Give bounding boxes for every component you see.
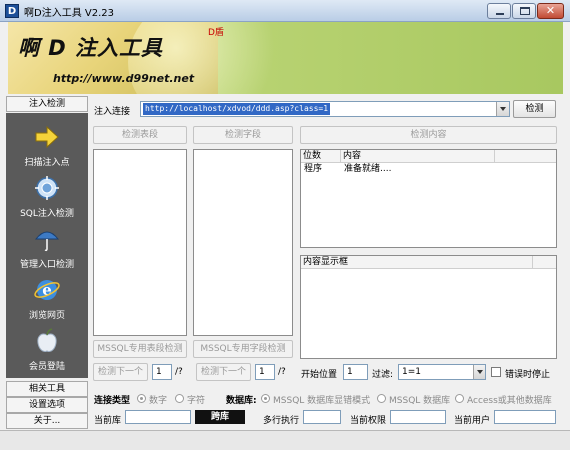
radio-access-label: Access或其他数据库 [467, 396, 552, 406]
admin-umbrella-icon [34, 231, 60, 252]
close-button[interactable]: ✕ [537, 3, 564, 19]
detect-fields-button[interactable]: 检测字段 [193, 126, 293, 144]
detect-content-button[interactable]: 检测内容 [300, 126, 557, 144]
inject-url-input[interactable]: http://localhost/xdvod/ddd.asp?class=1 [140, 101, 510, 117]
spin-suffix-1: /? [175, 367, 183, 377]
column-header-digits[interactable]: 位数 [301, 150, 341, 163]
filter-value: 1=1 [402, 367, 421, 377]
current-user-field[interactable] [494, 410, 556, 424]
sidebar-panel: 扫描注入点 SQL注入检测 管理入口检测 e 浏览网页 会员登陆 [6, 113, 88, 378]
current-db-label: 当前库 [94, 416, 122, 426]
banner-title: 啊 D 注入工具 [18, 36, 164, 60]
sidebar-header-inject[interactable]: 注入检测 [6, 96, 88, 112]
filter-select[interactable]: 1=1 [398, 364, 486, 380]
detect-next-button-1[interactable]: 检测下一个 [93, 363, 148, 381]
detect-tables-button[interactable]: 检测表段 [93, 126, 187, 144]
maximize-icon [520, 7, 530, 15]
banner: 啊 D 注入工具 http://www.d99net.net D盾 [8, 22, 563, 94]
radio-mssql[interactable] [377, 394, 386, 403]
current-user-label: 当前用户 [454, 416, 491, 426]
spin-suffix-2: /? [278, 367, 286, 377]
grid-cell-program: 程序 [304, 164, 323, 174]
mssql-tables-button[interactable]: MSSQL专用表段检测 [93, 340, 187, 358]
current-perm-field[interactable] [390, 410, 446, 424]
start-position-input[interactable]: 1 [343, 364, 368, 380]
minimize-button[interactable] [487, 3, 511, 19]
detect-button[interactable]: 检测 [513, 100, 556, 118]
close-icon: ✕ [545, 4, 556, 17]
column-header-content[interactable]: 内容 [341, 150, 495, 163]
sidebar-item-scan[interactable]: 扫描注入点 [6, 121, 88, 173]
error-stop-label: 错误时停止 [505, 370, 551, 380]
maximize-button[interactable] [512, 3, 536, 19]
error-stop-checkbox[interactable] [491, 367, 501, 377]
filter-label: 过滤: [372, 370, 394, 380]
sidebar-tab-settings[interactable]: 设置选项 [6, 397, 88, 413]
arrow-right-icon [35, 125, 59, 149]
sidebar-item-browse[interactable]: e 浏览网页 [6, 274, 88, 326]
fields-list[interactable] [193, 149, 293, 336]
content-display-header: 内容显示框 [301, 256, 556, 269]
app-icon: D [5, 4, 19, 18]
detect-next-button-2[interactable]: 检测下一个 [196, 363, 251, 381]
sidebar-item-label: 会员登陆 [28, 362, 65, 372]
radio-mssql-error[interactable] [261, 394, 270, 403]
sql-scan-icon [35, 176, 59, 200]
sidebar-item-admin[interactable]: 管理入口检测 [6, 223, 88, 275]
url-dropdown-button[interactable] [496, 102, 509, 116]
multi-exec-label: 多行执行 [263, 416, 300, 426]
current-db-field[interactable] [125, 410, 191, 424]
radio-mssql-error-label: MSSQL 数据库显错模式 [273, 396, 371, 406]
radio-mssql-label: MSSQL 数据库 [389, 396, 451, 406]
content-grid-header: 位数 内容 [301, 150, 556, 163]
sidebar-item-member[interactable]: 会员登陆 [6, 325, 88, 377]
sidebar-item-sql[interactable]: SQL注入检测 [6, 172, 88, 224]
cross-db-button[interactable]: 跨库 [195, 410, 245, 424]
start-position-label: 开始位置 [301, 370, 338, 380]
current-perm-label: 当前权限 [350, 416, 387, 426]
content-grid[interactable]: 位数 内容 程序 准备就绪.... [300, 149, 557, 248]
sidebar-item-label: 管理入口检测 [19, 260, 74, 270]
grid-cell-status: 准备就绪.... [344, 164, 392, 174]
mssql-fields-button[interactable]: MSSQL专用字段检测 [193, 340, 293, 358]
spin-input-2[interactable]: 1 [255, 364, 275, 380]
sidebar-tab-tools[interactable]: 相关工具 [6, 381, 88, 397]
radio-access[interactable] [455, 394, 464, 403]
banner-tag: D盾 [208, 28, 224, 38]
minimize-icon [496, 13, 504, 15]
ie-browser-icon: e [34, 280, 60, 300]
title-bar: D 啊D注入工具 V2.23 ✕ [0, 0, 570, 22]
tables-list[interactable] [93, 149, 187, 336]
connection-type-label: 连接类型 [94, 396, 131, 406]
database-label: 数据库: [226, 396, 257, 406]
content-display-grid[interactable]: 内容显示框 [300, 255, 557, 359]
banner-url: http://www.d99net.net [53, 72, 195, 85]
inject-url-label: 注入连接 [94, 107, 131, 117]
sidebar-item-label: 扫描注入点 [24, 158, 70, 168]
window-title: 啊D注入工具 V2.23 [24, 8, 114, 19]
status-bar [0, 430, 570, 450]
radio-string-label: 字符 [187, 396, 206, 406]
sidebar: 注入检测 扫描注入点 SQL注入检测 管理入口检测 e 浏览网页 会员登陆 相关… [6, 96, 88, 429]
sidebar-item-label: SQL注入检测 [20, 209, 74, 219]
sidebar-item-label: 浏览网页 [28, 311, 65, 321]
radio-string[interactable] [175, 394, 184, 403]
chevron-down-icon[interactable] [473, 365, 485, 379]
spin-input-1[interactable]: 1 [152, 364, 172, 380]
sidebar-tab-about[interactable]: 关于... [6, 413, 88, 429]
radio-number-label: 数字 [149, 396, 168, 406]
inject-url-value: http://localhost/xdvod/ddd.asp?class=1 [143, 103, 331, 115]
apple-member-icon [37, 328, 57, 352]
column-header-display[interactable]: 内容显示框 [301, 256, 533, 269]
radio-number[interactable] [137, 394, 146, 403]
multi-exec-field[interactable] [303, 410, 341, 424]
